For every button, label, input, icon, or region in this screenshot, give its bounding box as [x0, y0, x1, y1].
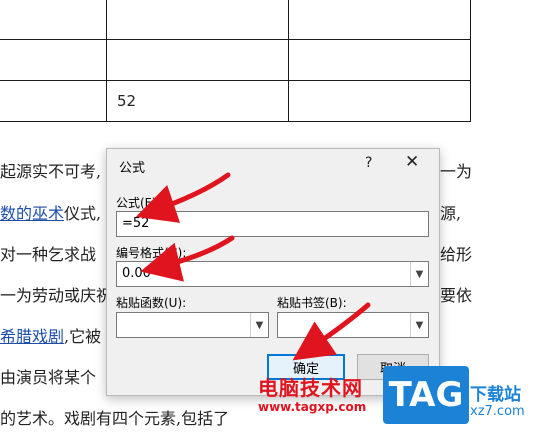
right-fragment: 给形 [440, 245, 473, 264]
table-row: 52 [0, 80, 471, 122]
line-text: 起源实不可考, [0, 162, 102, 181]
watermark-right-url: xz7.com [470, 404, 525, 419]
table-cell[interactable] [0, 80, 107, 122]
line-text: ,它被 [64, 327, 102, 346]
document-line: 一为劳动或庆祝 [0, 282, 112, 306]
document-line: 起源实不可考, [0, 158, 101, 182]
table-cell[interactable] [0, 39, 107, 81]
table-cell[interactable] [106, 39, 289, 81]
number-format-value: 0.00 [122, 266, 151, 281]
watermark: 电脑技术网 www.tagxp.com TAG 下载站 xz7.com [258, 364, 557, 437]
chevron-down-icon[interactable]: ▼ [410, 313, 428, 337]
line-text: 一为劳动或庆祝 [0, 286, 113, 305]
number-format-label: 编号格式(N): [116, 246, 187, 260]
line-text: 仪式, [64, 204, 102, 223]
number-format-select[interactable]: 0.00 ▼ [116, 261, 429, 287]
document-line: 由演员将某个 [0, 364, 96, 388]
line-text: 由演员将某个 [0, 368, 97, 387]
chevron-down-icon[interactable]: ▼ [250, 313, 268, 337]
document-line: 希腊戏剧,它被 [0, 323, 101, 347]
chevron-down-icon[interactable]: ▼ [410, 262, 428, 286]
document-line: 对一种乞求战 [0, 241, 96, 265]
paste-bookmark-select[interactable]: ▼ [277, 312, 429, 338]
help-button[interactable]: ? [365, 155, 372, 171]
paste-function-label: 粘贴函数(U): [116, 296, 187, 310]
right-fragment: 要依 [440, 286, 473, 305]
table-cell[interactable]: 52 [106, 80, 289, 122]
formula-label: 公式(F): [116, 196, 161, 210]
formula-dialog: 公式 ? ✕ 公式(F): =52 编号格式(N): 0.00 ▼ 粘贴函数(U… [106, 148, 440, 396]
right-fragment: 一为 [440, 162, 473, 181]
table-cell[interactable] [0, 0, 107, 40]
watermark-site-name: 电脑技术网 [258, 376, 363, 400]
table-cell[interactable] [288, 80, 471, 122]
document-link[interactable]: 数的巫术 [0, 204, 64, 223]
right-fragment: 源, [440, 204, 462, 223]
tag-logo: TAG [383, 366, 469, 424]
table-row [0, 0, 471, 40]
paste-bookmark-label: 粘贴书签(B): [277, 296, 347, 310]
document-line: 的艺术。戏剧有四个元素,包括了 [0, 405, 229, 429]
table-row [0, 39, 471, 81]
table-cell[interactable] [288, 39, 471, 81]
line-text: 的艺术。戏剧有四个元素,包括了 [0, 409, 230, 428]
data-table: 52 [0, 0, 471, 122]
watermark-url: www.tagxp.com [258, 400, 367, 414]
document-link[interactable]: 希腊戏剧 [0, 327, 64, 346]
line-text: 对一种乞求战 [0, 245, 97, 264]
formula-input[interactable]: =52 [116, 211, 429, 237]
watermark-right-text: 下载站 [470, 385, 521, 405]
paste-function-select[interactable]: ▼ [116, 312, 269, 338]
dialog-title: 公式 [119, 161, 146, 176]
table-cell[interactable] [288, 0, 471, 40]
close-button[interactable]: ✕ [405, 152, 419, 172]
document-line: 数的巫术仪式, [0, 200, 101, 224]
table-cell[interactable] [106, 0, 289, 40]
